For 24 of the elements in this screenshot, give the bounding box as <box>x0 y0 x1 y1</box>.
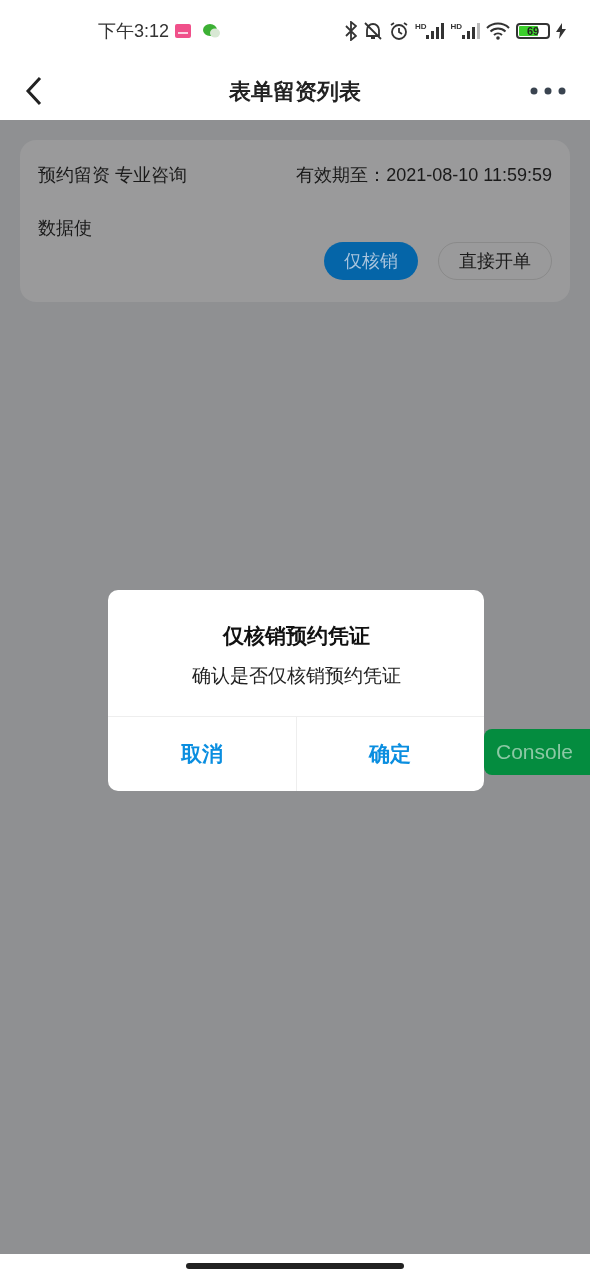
bell-off-icon <box>362 21 383 41</box>
charging-icon <box>556 23 566 39</box>
signal-icon <box>426 23 445 39</box>
console-button[interactable]: Console <box>484 729 590 775</box>
card-note: 数据使 <box>38 217 92 240</box>
dialog-button[interactable]: 取消 <box>108 717 296 791</box>
more-icon[interactable] <box>530 87 566 95</box>
chat-icon <box>203 23 222 39</box>
action-button[interactable]: 仅核销 <box>324 242 418 280</box>
back-icon[interactable] <box>24 76 44 106</box>
expiry-date: 有效期至：2021-08-10 11:59:59 <box>296 164 552 187</box>
wifi-icon <box>486 22 510 40</box>
dialog-title: 仅核销预约凭证 <box>221 623 371 649</box>
dialog-button[interactable]: 确定 <box>295 717 484 791</box>
network-label: HD <box>450 23 462 31</box>
card-title: 预约留资 专业咨询 <box>38 164 187 187</box>
alarm-icon <box>388 21 409 41</box>
bluetooth-icon <box>344 21 357 41</box>
page-title: 表单留资列表 <box>229 77 361 106</box>
dialog-message: 确认是否仅核销预约凭证 <box>190 663 402 688</box>
app-icon <box>175 24 192 38</box>
status-time: 下午3:12 <box>98 19 170 43</box>
network-label: HD <box>414 23 427 31</box>
signal-icon <box>462 23 480 39</box>
